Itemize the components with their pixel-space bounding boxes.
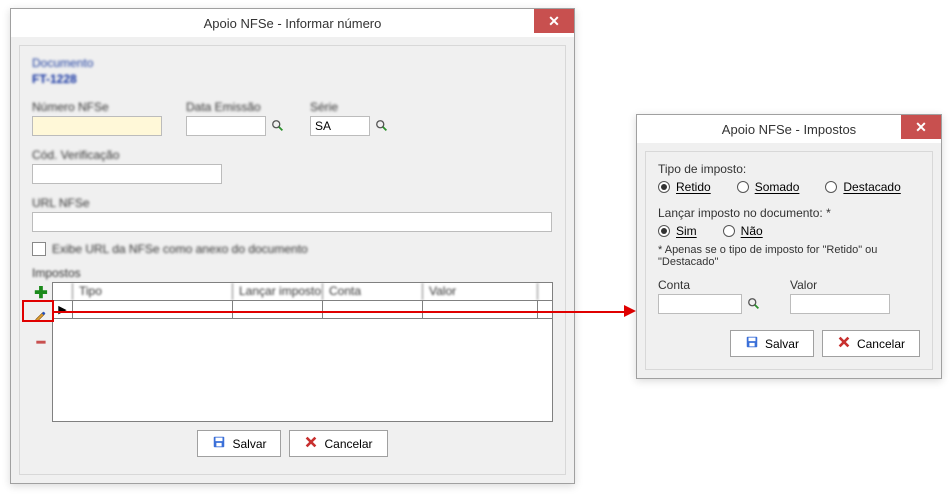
search-icon[interactable] xyxy=(374,118,390,134)
column-valor[interactable]: Valor xyxy=(423,283,538,300)
close-icon: ✕ xyxy=(901,119,941,136)
radio-somado[interactable]: Somado xyxy=(737,180,800,194)
callout-arrow xyxy=(54,311,626,313)
data-emissao-input[interactable] xyxy=(186,116,266,136)
search-icon[interactable] xyxy=(746,296,762,312)
url-nfse-input[interactable] xyxy=(32,212,552,232)
note-text: * Apenas se o tipo de imposto for "Retid… xyxy=(658,244,920,268)
table-row[interactable]: ▶ xyxy=(53,301,552,319)
exibe-url-checkbox[interactable] xyxy=(32,242,46,256)
cancel-label: Cancelar xyxy=(857,337,905,351)
radio-retido[interactable]: Retido xyxy=(658,180,711,194)
radio-nao[interactable]: Não xyxy=(723,224,763,238)
titlebar: Apoio NFSe - Impostos ✕ xyxy=(637,115,941,143)
save-icon xyxy=(745,335,759,352)
url-nfse-label: URL NFSe xyxy=(32,196,553,210)
lancar-imposto-label: Lançar imposto no documento: * xyxy=(658,206,920,220)
serie-label: Série xyxy=(310,100,390,114)
exibe-url-label: Exibe URL da NFSe como anexo do document… xyxy=(52,242,308,256)
cod-verificacao-label: Cód. Verificação xyxy=(32,148,553,162)
documento-value: FT-1228 xyxy=(32,72,553,86)
column-conta[interactable]: Conta xyxy=(323,283,423,300)
data-emissao-label: Data Emissão xyxy=(186,100,286,114)
close-button[interactable]: ✕ xyxy=(901,115,941,139)
close-button[interactable]: ✕ xyxy=(534,9,574,33)
minus-icon: ━ xyxy=(37,335,45,349)
save-label: Salvar xyxy=(232,437,266,451)
edit-row-button[interactable] xyxy=(32,309,50,327)
numero-nfse-input[interactable] xyxy=(32,116,162,136)
radio-destacado[interactable]: Destacado xyxy=(825,180,900,194)
cancel-button[interactable]: Cancelar xyxy=(822,330,920,357)
radio-sim[interactable]: Sim xyxy=(658,224,697,238)
save-button[interactable]: Salvar xyxy=(730,330,814,357)
impostos-grid[interactable]: Tipo Lançar imposto Conta Valor ▶ xyxy=(52,282,553,422)
serie-input[interactable] xyxy=(310,116,370,136)
plus-icon: ✚ xyxy=(34,286,47,302)
impostos-label: Impostos xyxy=(32,266,553,280)
column-tipo[interactable]: Tipo xyxy=(73,283,233,300)
arrow-head-icon xyxy=(624,305,636,317)
close-icon: ✕ xyxy=(534,13,574,30)
conta-label: Conta xyxy=(658,278,762,292)
save-button[interactable]: Salvar xyxy=(197,430,281,457)
pencil-icon xyxy=(34,309,48,328)
column-lancar[interactable]: Lançar imposto xyxy=(233,283,323,300)
window-title: Apoio NFSe - Informar número xyxy=(11,16,574,31)
tipo-imposto-label: Tipo de imposto: xyxy=(658,162,920,176)
valor-input[interactable] xyxy=(790,294,890,314)
search-icon[interactable] xyxy=(270,118,286,134)
delete-row-button[interactable]: ━ xyxy=(32,333,50,351)
row-indicator-icon: ▶ xyxy=(53,301,73,318)
valor-label: Valor xyxy=(790,278,890,292)
conta-input[interactable] xyxy=(658,294,742,314)
window-title: Apoio NFSe - Impostos xyxy=(637,122,941,137)
cancel-label: Cancelar xyxy=(324,437,372,451)
documento-label: Documento xyxy=(32,56,553,70)
cancel-icon xyxy=(304,435,318,452)
cancel-button[interactable]: Cancelar xyxy=(289,430,387,457)
titlebar: Apoio NFSe - Informar número ✕ xyxy=(11,9,574,37)
numero-nfse-label: Número NFSe xyxy=(32,100,162,114)
save-label: Salvar xyxy=(765,337,799,351)
cod-verificacao-input[interactable] xyxy=(32,164,222,184)
add-row-button[interactable]: ✚ xyxy=(32,285,50,303)
cancel-icon xyxy=(837,335,851,352)
save-icon xyxy=(212,435,226,452)
